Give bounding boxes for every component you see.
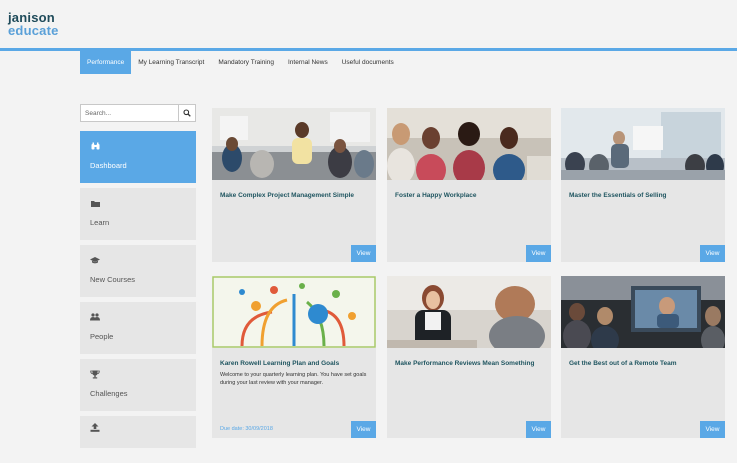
folder-icon bbox=[90, 198, 100, 208]
course-card[interactable]: Make Performance Reviews Mean Something … bbox=[387, 276, 551, 438]
due-date: Due date: 30/09/2018 bbox=[220, 426, 273, 432]
sidebar-item-challenges[interactable]: Challenges bbox=[80, 359, 196, 411]
card-title: Karen Rowell Learning Plan and Goals bbox=[220, 360, 340, 367]
course-image-happy-team bbox=[387, 108, 551, 180]
search-box bbox=[80, 104, 196, 122]
course-card[interactable]: Master the Essentials of Selling View bbox=[561, 108, 725, 262]
sidebar-item-dashboard[interactable]: Dashboard bbox=[80, 131, 196, 183]
top-nav: Performance My Learning Transcript Manda… bbox=[80, 51, 401, 74]
sidebar-item-label: Learn bbox=[90, 218, 110, 227]
card-title: Master the Essentials of Selling bbox=[569, 192, 667, 199]
logo[interactable]: janison educate bbox=[8, 11, 59, 37]
sidebar-item-label: Dashboard bbox=[90, 161, 127, 170]
view-button[interactable]: View bbox=[700, 245, 725, 262]
sidebar-item-learn[interactable]: Learn bbox=[80, 188, 196, 240]
course-image-learning-plan bbox=[212, 276, 376, 348]
sidebar-item-label: People bbox=[90, 332, 114, 341]
course-card[interactable]: Get the Best out of a Remote Team View bbox=[561, 276, 725, 438]
sidebar-item-upload[interactable] bbox=[80, 416, 196, 448]
trophy-icon bbox=[90, 369, 100, 379]
view-button[interactable]: View bbox=[526, 245, 551, 262]
search-button[interactable] bbox=[178, 105, 195, 121]
course-image-performance-review bbox=[387, 276, 551, 348]
tab-internal-news[interactable]: Internal News bbox=[281, 51, 335, 74]
app-header: janison educate bbox=[0, 0, 737, 48]
upload-icon bbox=[90, 422, 100, 432]
tab-my-learning-transcript[interactable]: My Learning Transcript bbox=[131, 51, 211, 74]
tab-mandatory-training[interactable]: Mandatory Training bbox=[211, 51, 281, 74]
card-title: Make Performance Reviews Mean Something bbox=[395, 360, 535, 367]
card-description: Welcome to your quarterly learning plan.… bbox=[220, 372, 367, 386]
course-card[interactable]: Make Complex Project Management Simple V… bbox=[212, 108, 376, 262]
course-image-meeting-presentation bbox=[212, 108, 376, 180]
view-button[interactable]: View bbox=[700, 421, 725, 438]
sidebar-item-people[interactable]: People bbox=[80, 302, 196, 354]
course-card[interactable]: Karen Rowell Learning Plan and Goals Wel… bbox=[212, 276, 376, 438]
search-input[interactable] bbox=[81, 105, 178, 121]
card-title: Get the Best out of a Remote Team bbox=[569, 360, 677, 367]
card-title: Make Complex Project Management Simple bbox=[220, 192, 355, 199]
sidebar-item-label: New Courses bbox=[90, 275, 136, 284]
binoculars-icon bbox=[90, 141, 100, 151]
sidebar-item-new-courses[interactable]: New Courses bbox=[80, 245, 196, 297]
course-image-sales-meeting bbox=[561, 108, 725, 180]
tab-performance[interactable]: Performance bbox=[80, 51, 132, 74]
graduation-cap-icon bbox=[90, 255, 100, 265]
course-image-remote-team bbox=[561, 276, 725, 348]
view-button[interactable]: View bbox=[351, 245, 376, 262]
people-icon bbox=[90, 312, 100, 322]
view-button[interactable]: View bbox=[526, 421, 551, 438]
card-title: Foster a Happy Workplace bbox=[395, 192, 477, 199]
tab-useful-documents[interactable]: Useful documents bbox=[335, 51, 401, 74]
view-button[interactable]: View bbox=[351, 421, 376, 438]
logo-text-educate: educate bbox=[8, 23, 59, 38]
sidebar-item-label: Challenges bbox=[90, 389, 128, 398]
search-icon bbox=[183, 109, 191, 117]
course-card[interactable]: Foster a Happy Workplace View bbox=[387, 108, 551, 262]
